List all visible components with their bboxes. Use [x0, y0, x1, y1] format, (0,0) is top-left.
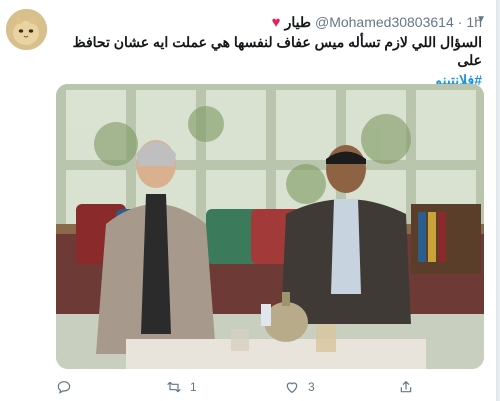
tweet-actions: 1 3: [56, 379, 482, 397]
heart-emoji-icon: ♥: [271, 13, 281, 31]
share-button[interactable]: [398, 379, 414, 395]
retweet-icon: [167, 381, 181, 393]
tweet-body: السؤال اللي لازم تسأله ميس عفاف لنفسها ه…: [72, 34, 482, 68]
reply-icon: [57, 381, 71, 394]
photo-scene: [56, 84, 484, 369]
share-icon: [400, 381, 412, 393]
like-count: 3: [308, 380, 315, 394]
tweet-card[interactable]: ♥ طيار @Mohamed30803614 · 1h ▼ السؤال ال…: [0, 0, 498, 401]
avatar[interactable]: [6, 9, 47, 50]
tweet-photo[interactable]: [56, 84, 484, 369]
time-separator: ·: [457, 14, 463, 30]
user-handle[interactable]: @Mohamed30803614: [315, 14, 454, 30]
like-icon: [286, 382, 298, 393]
retweet-button[interactable]: 1: [166, 379, 197, 395]
tweet-header: ♥ طيار @Mohamed30803614 · 1h: [52, 13, 482, 31]
cat-avatar-image: [6, 9, 47, 50]
tweet-text: السؤال اللي لازم تسأله ميس عفاف لنفسها ه…: [52, 33, 482, 89]
like-button[interactable]: 3: [284, 379, 315, 395]
retweet-count: 1: [190, 380, 197, 394]
reply-button[interactable]: [56, 379, 80, 395]
chevron-down-icon[interactable]: ▼: [476, 14, 486, 25]
display-name[interactable]: طيار: [285, 14, 311, 31]
